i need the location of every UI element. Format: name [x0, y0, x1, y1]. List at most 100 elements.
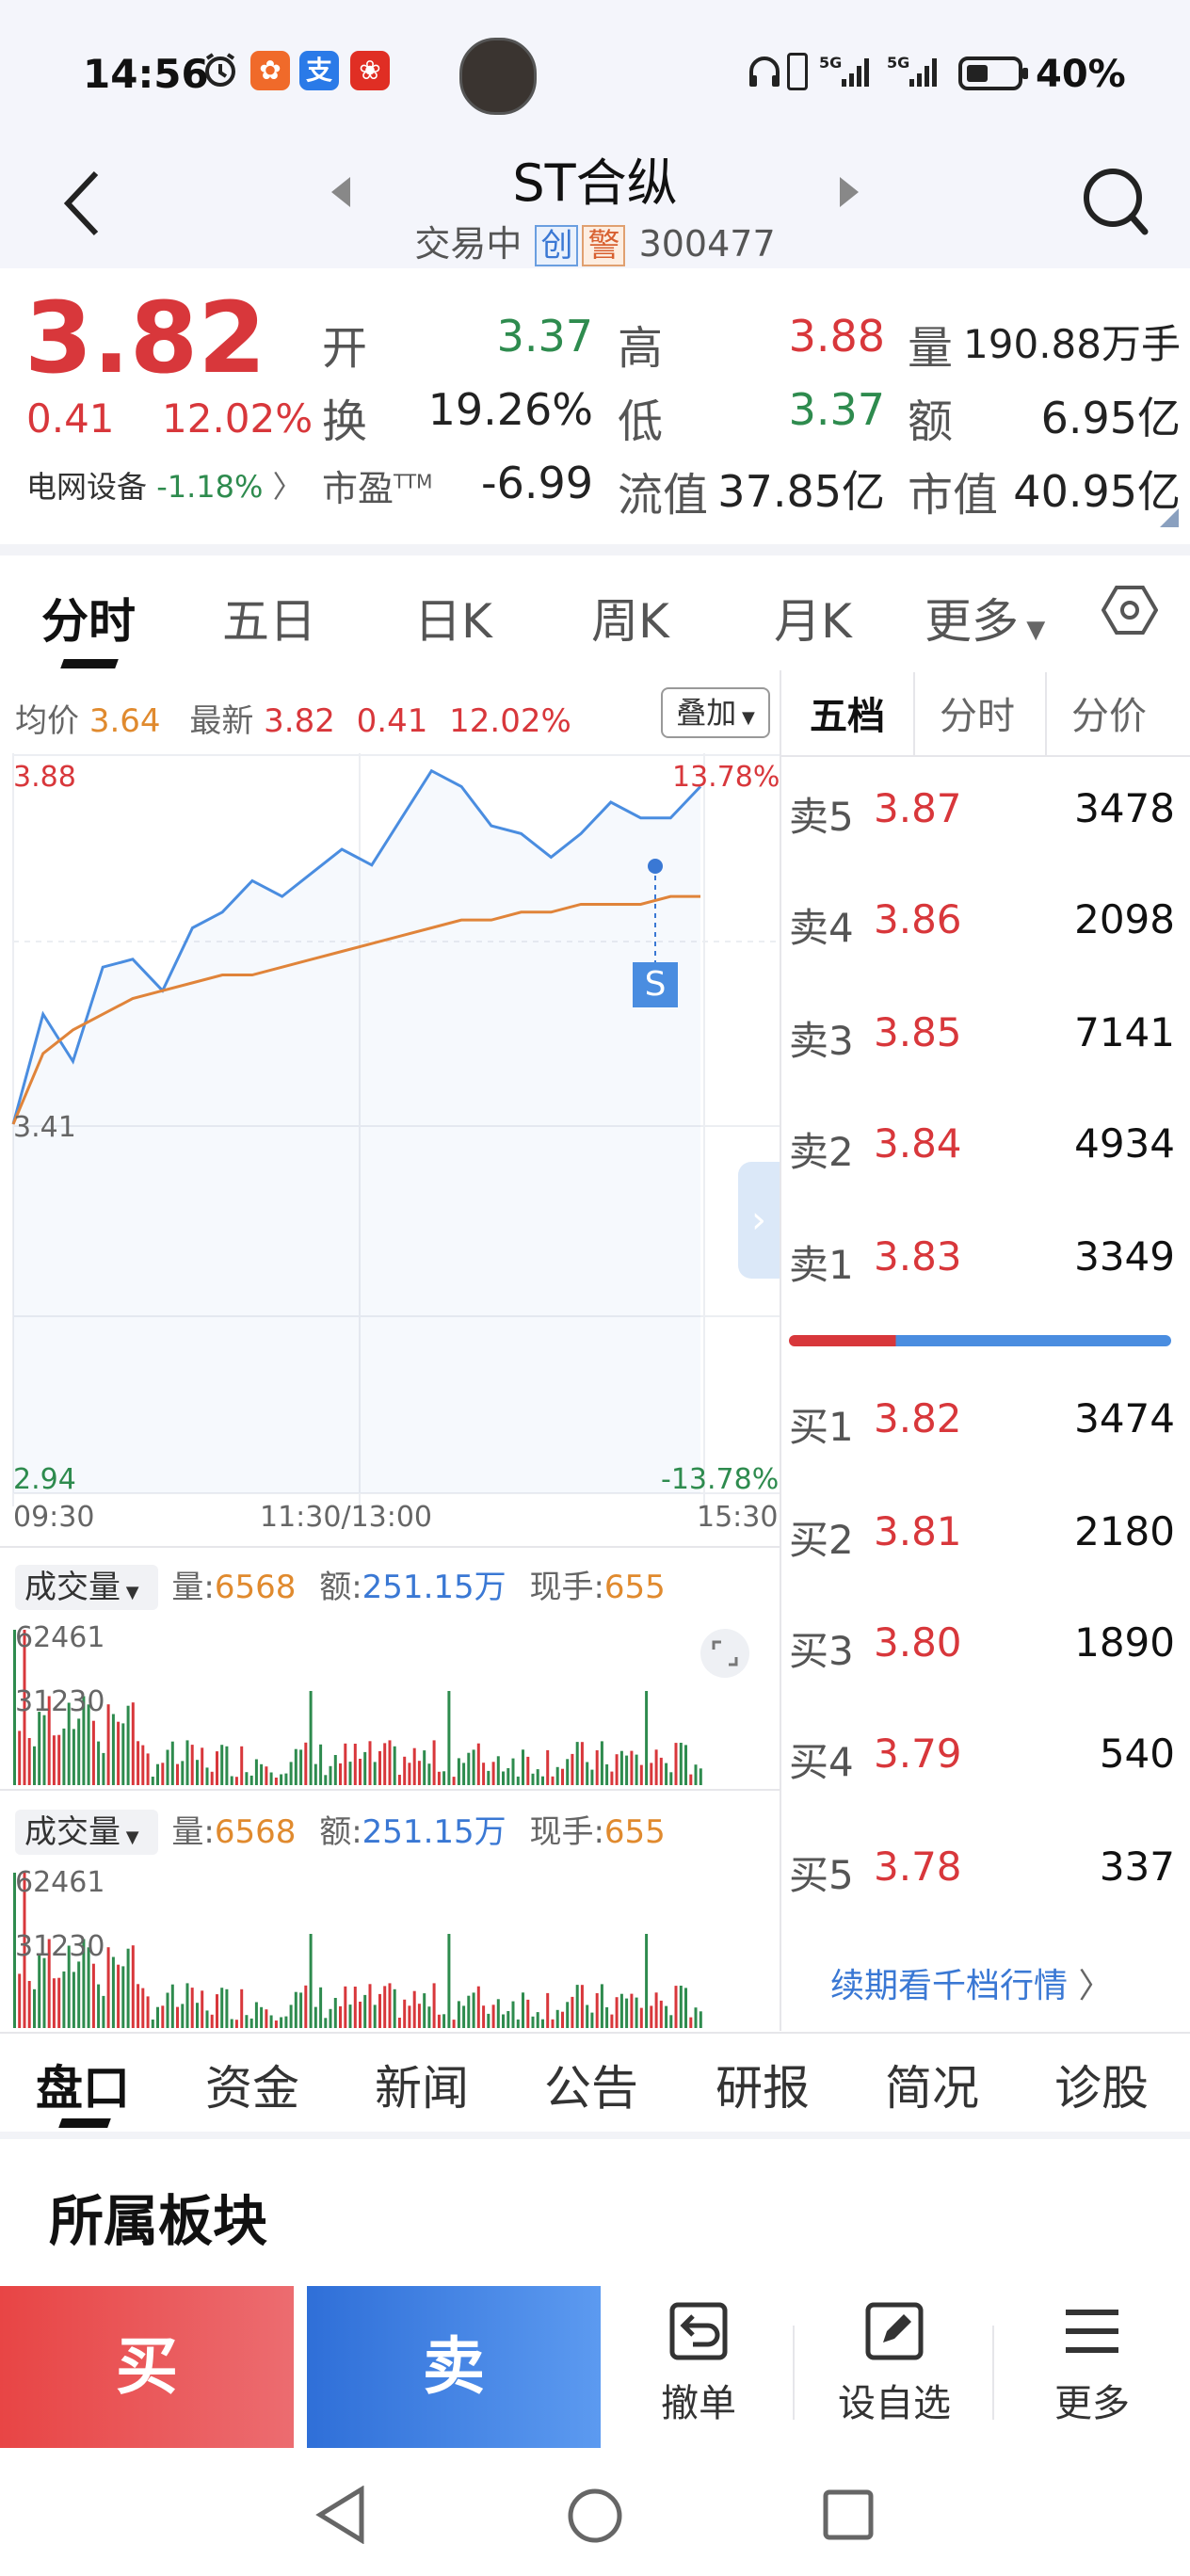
volume-bar: [329, 1765, 332, 1785]
tab-intraday[interactable]: 分时: [41, 584, 136, 652]
volume-indicator-select[interactable]: 成交量 ▼: [15, 1565, 159, 1610]
battery-icon: [958, 56, 1030, 94]
volume-bar: [38, 1955, 41, 2028]
bid-row: 买2 3.81 2180: [789, 1508, 1175, 1565]
volume-bar: [625, 1998, 629, 2028]
vol-label: 量:: [171, 1813, 215, 1851]
price-area: [13, 770, 700, 1493]
tab-research[interactable]: 研报: [716, 2051, 810, 2118]
volume-bar: [254, 1759, 258, 1785]
volume-bar: [62, 1971, 66, 2028]
bid-volume: 337: [1099, 1843, 1175, 1890]
volume-bar: [684, 1745, 687, 1785]
last-value: 3.82: [264, 702, 335, 740]
volume-bar: [102, 1752, 105, 1785]
volume-indicator-select[interactable]: 成交量 ▼: [15, 1810, 159, 1855]
tab-daily-k[interactable]: 日K: [414, 584, 492, 652]
volume-bar: [536, 2012, 539, 2028]
volume-bar: [496, 1756, 500, 1785]
volume-bar: [605, 2006, 609, 2028]
open-label: 开: [322, 322, 368, 375]
volume-bar: [161, 2005, 165, 2028]
active-tab-indicator: [60, 659, 119, 668]
bid-label: 买3: [789, 1628, 854, 1674]
signal-marker[interactable]: S: [633, 962, 678, 1007]
pct-axis-top: 13.78%: [672, 761, 780, 794]
ask-price: 3.87: [874, 785, 962, 831]
volume-bar: [339, 1763, 342, 1785]
marker-dot: [648, 859, 663, 874]
volume-bar: [265, 1766, 268, 1785]
fullscreen-icon[interactable]: [700, 1629, 749, 1678]
chg-value: 0.41: [356, 702, 428, 740]
nav-recents-icon[interactable]: [823, 2489, 874, 2544]
volume-bar: [650, 2005, 653, 2028]
warning-tag: 警: [582, 225, 626, 266]
avg-label: 均价: [15, 702, 79, 740]
tab-weekly-k[interactable]: 周K: [591, 584, 669, 652]
tab-price-dist[interactable]: 分价: [1071, 685, 1147, 740]
price-chart[interactable]: [0, 753, 780, 1506]
expand-corner-icon[interactable]: [1160, 508, 1179, 527]
overlay-dropdown[interactable]: 叠加 ▼: [661, 687, 770, 738]
volume-bar: [432, 1983, 436, 2028]
more-button[interactable]: 更多: [998, 2297, 1186, 2427]
settings-icon[interactable]: [1101, 584, 1159, 640]
volume-bar: [216, 1994, 218, 2028]
tab-news[interactable]: 新闻: [375, 2051, 469, 2118]
volume-bar: [18, 1731, 22, 1785]
volume-bar: [482, 1763, 486, 1785]
stock-subtitle: 交易中 创警 300477: [0, 215, 1190, 266]
tab-profile[interactable]: 简况: [885, 2051, 979, 2118]
buy-button[interactable]: 买: [0, 2286, 294, 2448]
caret-down-icon: ▼: [736, 708, 755, 728]
volume-bar: [507, 1768, 510, 1785]
volume-bar: [146, 1753, 150, 1785]
volume-bar: [388, 1740, 392, 1785]
full-depth-link[interactable]: 续期看千档行情 〉: [830, 1958, 1112, 2007]
nav-back-icon[interactable]: [314, 2485, 367, 2548]
volume-bar: [639, 1764, 643, 1785]
search-icon[interactable]: [1081, 164, 1150, 239]
tab-announcements[interactable]: 公告: [544, 2051, 638, 2118]
volume-bar: [62, 1728, 66, 1785]
volume-bar: [571, 1753, 574, 1785]
stock-name: ST合纵: [512, 153, 678, 213]
volume-label: 量: [908, 322, 954, 375]
action-divider: [992, 2326, 994, 2420]
volume-bar: [502, 1771, 505, 1785]
nav-home-icon[interactable]: [567, 2487, 623, 2548]
volume-bar: [121, 1723, 125, 1785]
tab-order-book[interactable]: 盘口: [36, 2051, 130, 2118]
volume-bar: [555, 1766, 559, 1785]
sector-link[interactable]: 电网设备 -1.18% 〉: [26, 463, 303, 507]
sell-button[interactable]: 卖: [307, 2286, 601, 2448]
tab-funds[interactable]: 资金: [205, 2051, 299, 2118]
tab-five-levels[interactable]: 五档: [810, 685, 885, 740]
ask-label: 卖3: [789, 1018, 854, 1064]
expand-panel-handle[interactable]: ›: [738, 1162, 780, 1279]
volume-bar: [280, 1774, 283, 1785]
tab-diagnosis[interactable]: 诊股: [1054, 2051, 1149, 2118]
hand-value: 655: [603, 1813, 666, 1851]
volume-bar: [269, 1772, 273, 1785]
volume-bar: [555, 2009, 559, 2028]
volume-bar: [141, 1745, 145, 1785]
volume-bar: [551, 1776, 555, 1785]
menu-icon: [1066, 2310, 1118, 2353]
active-tab-indicator: [58, 2118, 111, 2128]
tab-monthly-k[interactable]: 月K: [774, 584, 852, 652]
tab-tick[interactable]: 分时: [940, 685, 1015, 740]
float-cap-label: 流值: [618, 469, 709, 522]
tab-five-day[interactable]: 五日: [222, 584, 316, 652]
volume-bar: [234, 2020, 238, 2028]
avatar[interactable]: [459, 38, 537, 115]
volume-bar: [522, 1992, 524, 2028]
volume-bar: [378, 1993, 381, 2028]
cancel-order-button[interactable]: 撤单: [604, 2297, 793, 2427]
bid-volume: 1890: [1074, 1619, 1175, 1666]
tab-more[interactable]: 更多 ▼: [925, 584, 1045, 652]
add-watchlist-label: 设自选: [838, 2382, 951, 2425]
add-watchlist-button[interactable]: 设自选: [800, 2297, 989, 2427]
volume-bar: [417, 2004, 421, 2028]
